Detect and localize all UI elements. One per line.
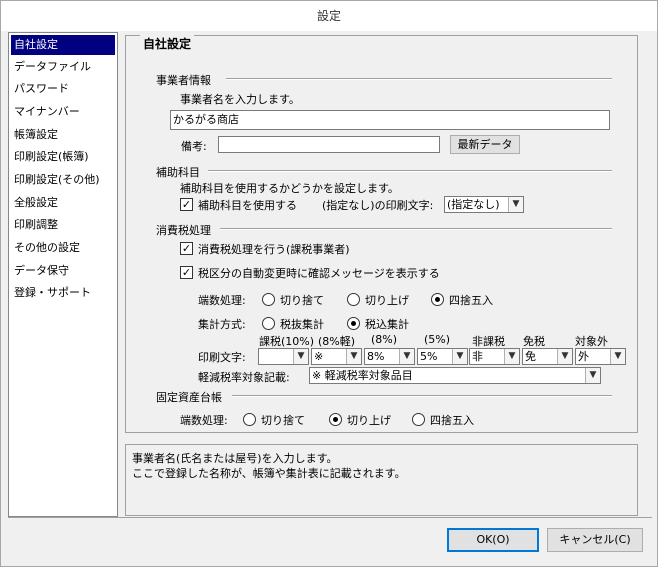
print-char-8-value: 8% — [367, 350, 385, 363]
sidebar-item-password[interactable]: パスワード — [11, 79, 115, 99]
tax-rounding-label: 端数処理: — [198, 294, 246, 307]
chevron-down-icon[interactable]: ▼ — [346, 349, 361, 364]
print-header-out: 対象外 — [575, 335, 608, 348]
sidebar-item-registration[interactable]: 登録・サポート — [11, 283, 115, 303]
reduced-rate-select[interactable]: ※ 軽減税率対象品目 ▼ — [309, 367, 601, 384]
print-header-10: 課税(10%) — [259, 335, 315, 348]
help-description: 事業者名(氏名または屋号)を入力します。 ここで登録した名称が、帳簿や集計表に記… — [125, 444, 638, 516]
company-settings-panel: 自社設定 事業者情報 事業者名を入力します。 かるがる商店 備考: 最新データ … — [125, 35, 638, 433]
print-char-nontax-select[interactable]: 非 ▼ — [469, 348, 520, 365]
sidebar-item-my-number[interactable]: マイナンバー — [11, 102, 115, 122]
unspecified-print-select[interactable]: (指定なし) ▼ — [444, 196, 524, 213]
reduced-rate-value: ※ 軽減税率対象品目 — [312, 369, 413, 382]
latest-data-button[interactable]: 最新データ — [450, 135, 520, 154]
print-char-5-select[interactable]: 5% ▼ — [417, 348, 468, 365]
aggregate-incl-radio[interactable] — [347, 317, 360, 330]
fixed-rounding-round-radio[interactable] — [412, 413, 425, 426]
aggregate-excl-label: 税抜集計 — [280, 318, 324, 331]
print-char-10-select[interactable]: ▼ — [258, 348, 309, 365]
footer-divider — [8, 517, 652, 518]
unspecified-print-label: (指定なし)の印刷文字: — [322, 199, 434, 212]
ok-button[interactable]: OK(O) — [447, 528, 539, 552]
subaccount-section-divider — [208, 170, 612, 172]
fixed-rounding-floor-radio[interactable] — [243, 413, 256, 426]
tax-confirm-label: 税区分の自動変更時に確認メッセージを表示する — [198, 267, 440, 280]
print-header-5: (5%) — [424, 333, 451, 346]
sidebar-item-print-other[interactable]: 印刷設定(その他) — [11, 170, 115, 190]
business-section-label: 事業者情報 — [156, 74, 211, 87]
subaccount-section-label: 補助科目 — [156, 166, 200, 179]
print-char-5-value: 5% — [420, 350, 438, 363]
fixed-assets-section-label: 固定資産台帳 — [156, 391, 222, 404]
print-chars-label: 印刷文字: — [198, 351, 246, 364]
note-input[interactable] — [218, 136, 440, 153]
chevron-down-icon[interactable]: ▼ — [399, 349, 414, 364]
cancel-button[interactable]: キャンセル(C) — [547, 528, 643, 552]
chevron-down-icon[interactable]: ▼ — [452, 349, 467, 364]
tax-section-divider — [220, 228, 612, 230]
print-char-exempt-select[interactable]: 免 ▼ — [522, 348, 573, 365]
sidebar-item-data-file[interactable]: データファイル — [11, 57, 115, 77]
tax-process-checkbox[interactable]: ✓ — [180, 242, 193, 255]
tax-rounding-ceil-label: 切り上げ — [365, 294, 409, 307]
fixed-rounding-floor-label: 切り捨て — [261, 414, 305, 427]
sidebar-item-print-ledger[interactable]: 印刷設定(帳簿) — [11, 147, 115, 167]
fixed-assets-section-divider — [232, 395, 612, 397]
print-char-out-value: 外 — [578, 350, 589, 363]
tax-rounding-floor-label: 切り捨て — [280, 294, 324, 307]
tax-rounding-round-radio[interactable] — [431, 293, 444, 306]
tax-section-label: 消費税処理 — [156, 224, 211, 237]
print-header-8: (8%) — [371, 333, 398, 346]
fixed-rounding-ceil-radio[interactable] — [329, 413, 342, 426]
tax-rounding-floor-radio[interactable] — [262, 293, 275, 306]
panel-title: 自社設定 — [140, 35, 195, 52]
print-header-exempt: 免税 — [523, 335, 545, 348]
chevron-down-icon[interactable]: ▼ — [293, 349, 308, 364]
chevron-down-icon[interactable]: ▼ — [585, 368, 600, 383]
print-char-exempt-value: 免 — [525, 350, 536, 363]
aggregate-incl-label: 税込集計 — [365, 318, 409, 331]
tax-rounding-round-label: 四捨五入 — [449, 294, 493, 307]
window-title: 設定 — [1, 1, 657, 31]
sidebar-item-other[interactable]: その他の設定 — [11, 238, 115, 258]
tax-confirm-checkbox[interactable]: ✓ — [180, 266, 193, 279]
sidebar-item-general[interactable]: 全般設定 — [11, 193, 115, 213]
print-char-out-select[interactable]: 外 ▼ — [575, 348, 626, 365]
aggregate-label: 集計方式: — [198, 318, 246, 331]
business-section-divider — [226, 78, 612, 80]
sidebar-item-ledger[interactable]: 帳簿設定 — [11, 125, 115, 145]
print-char-8-reduced-value: ※ — [314, 350, 324, 363]
use-subaccount-checkbox[interactable]: ✓ — [180, 198, 193, 211]
help-line-2: ここで登録した名称が、帳簿や集計表に記載されます。 — [132, 467, 406, 480]
business-name-input[interactable]: かるがる商店 — [170, 110, 610, 130]
reduced-rate-label: 軽減税率対象記載: — [198, 371, 290, 384]
print-char-8-select[interactable]: 8% ▼ — [364, 348, 415, 365]
chevron-down-icon[interactable]: ▼ — [610, 349, 625, 364]
chevron-down-icon[interactable]: ▼ — [504, 349, 519, 364]
chevron-down-icon[interactable]: ▼ — [508, 197, 523, 212]
print-char-nontax-value: 非 — [472, 350, 483, 363]
use-subaccount-label: 補助科目を使用する — [198, 199, 297, 212]
fixed-rounding-label: 端数処理: — [180, 414, 228, 427]
tax-rounding-ceil-radio[interactable] — [347, 293, 360, 306]
tax-process-label: 消費税処理を行う(課税事業者) — [198, 243, 350, 256]
note-label: 備考: — [181, 140, 207, 153]
subaccount-instruction: 補助科目を使用するかどうかを設定します。 — [180, 182, 399, 195]
sidebar-item-maintenance[interactable]: データ保守 — [11, 261, 115, 281]
unspecified-print-value: (指定なし) — [447, 198, 500, 211]
print-header-nontax: 非課税 — [472, 335, 505, 348]
business-instruction: 事業者名を入力します。 — [180, 93, 300, 106]
settings-category-list[interactable]: 自社設定 データファイル パスワード マイナンバー 帳簿設定 印刷設定(帳簿) … — [8, 32, 118, 517]
settings-window: 設定 自社設定 データファイル パスワード マイナンバー 帳簿設定 印刷設定(帳… — [0, 0, 658, 567]
sidebar-item-company[interactable]: 自社設定 — [11, 35, 115, 55]
help-line-1: 事業者名(氏名または屋号)を入力します。 — [132, 452, 338, 465]
fixed-rounding-round-label: 四捨五入 — [430, 414, 474, 427]
print-char-8-reduced-select[interactable]: ※ ▼ — [311, 348, 362, 365]
print-header-8-reduced: (8%軽) — [318, 335, 356, 348]
chevron-down-icon[interactable]: ▼ — [557, 349, 572, 364]
fixed-rounding-ceil-label: 切り上げ — [347, 414, 391, 427]
sidebar-item-print-adjust[interactable]: 印刷調整 — [11, 215, 115, 235]
aggregate-excl-radio[interactable] — [262, 317, 275, 330]
